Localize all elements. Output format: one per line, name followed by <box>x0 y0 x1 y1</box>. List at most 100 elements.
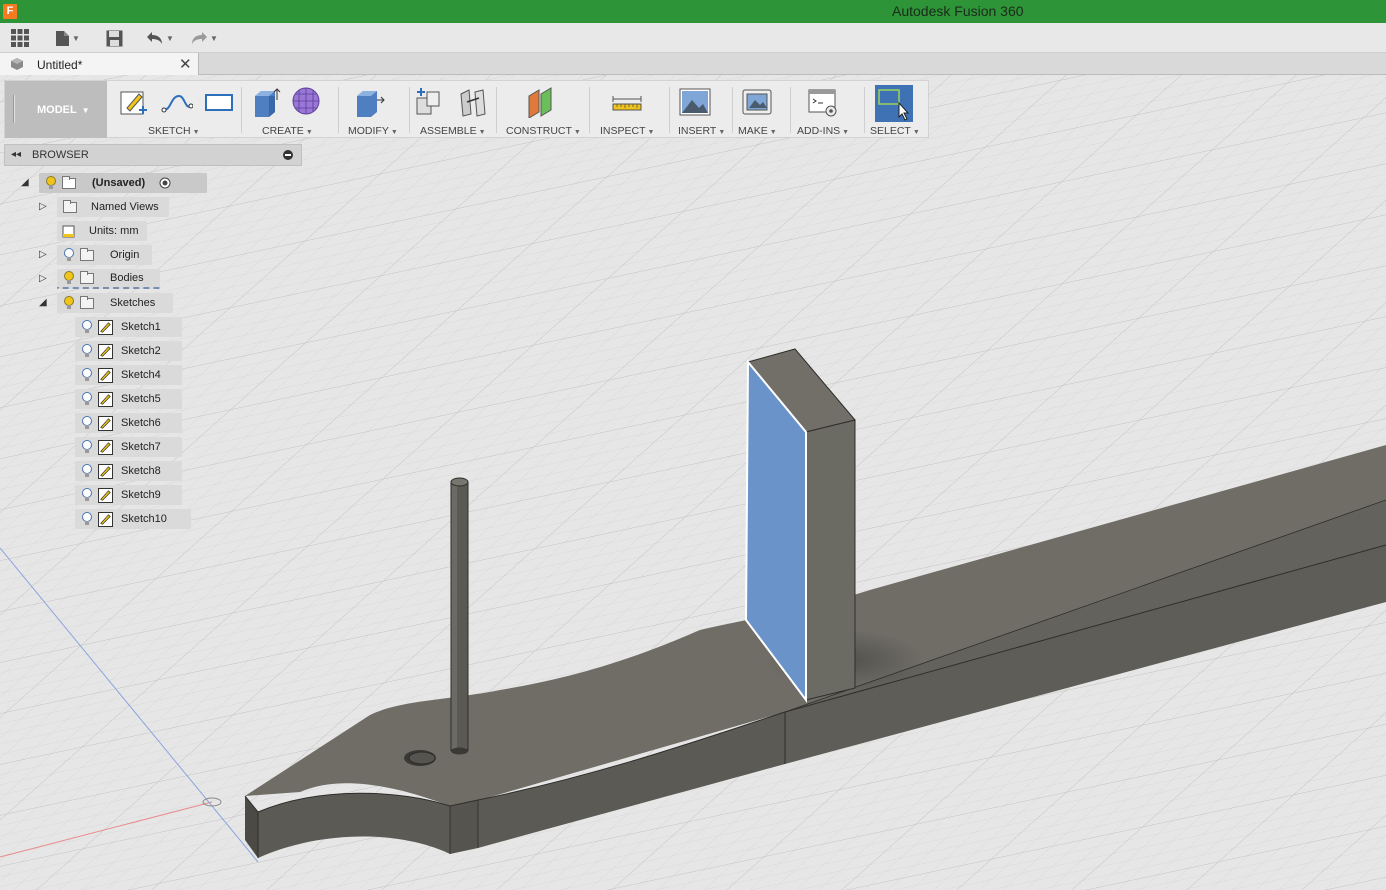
form-icon[interactable] <box>291 86 323 118</box>
select-group: SELECT ▼ <box>867 81 927 138</box>
root-label: (Unsaved) <box>92 177 146 189</box>
chevron-down-icon[interactable]: ▼ <box>718 129 725 136</box>
addins-group-label[interactable]: ADD-INS <box>797 125 840 137</box>
save-button[interactable] <box>106 28 123 48</box>
joint-icon[interactable] <box>457 86 489 118</box>
insert-group: INSERT ▼ <box>673 81 731 138</box>
visibility-bulb-icon[interactable] <box>81 344 93 358</box>
collapse-triangle-icon[interactable]: ◢ <box>39 297 51 309</box>
visibility-bulb-icon[interactable] <box>81 464 93 478</box>
units-label: Units: mm <box>89 225 139 237</box>
close-icon[interactable]: ✕ <box>179 55 192 73</box>
visibility-bulb-icon[interactable] <box>45 176 57 190</box>
data-panel-grid-icon[interactable] <box>11 28 29 48</box>
fusion-app-icon[interactable]: F <box>3 4 17 19</box>
assemble-group-label[interactable]: ASSEMBLE <box>420 125 477 137</box>
offset-plane-icon[interactable] <box>525 86 557 118</box>
sketch-icon <box>98 391 113 407</box>
toolbar-divider <box>409 87 410 133</box>
chevron-down-icon[interactable]: ▼ <box>648 129 655 136</box>
model-canvas[interactable] <box>0 75 1386 890</box>
create-group: CREATE ▼ <box>245 81 333 138</box>
measure-icon[interactable] <box>611 86 643 118</box>
chevron-down-icon: ▼ <box>166 33 174 43</box>
create-group-label[interactable]: CREATE <box>262 125 304 137</box>
chevron-down-icon[interactable]: ▼ <box>913 129 920 136</box>
expand-triangle-icon[interactable]: ▷ <box>39 249 51 261</box>
sketch-icon <box>98 463 113 479</box>
toolbar-divider <box>496 87 497 133</box>
chevron-down-icon[interactable]: ▼ <box>770 129 777 136</box>
sketch-line-icon[interactable] <box>161 86 193 118</box>
make-group-label[interactable]: MAKE <box>738 125 768 137</box>
chevron-down-icon[interactable]: ▼ <box>306 129 313 136</box>
sketch-icon <box>98 343 113 359</box>
extrude-icon[interactable] <box>249 86 281 118</box>
chevron-down-icon[interactable]: ▼ <box>842 129 849 136</box>
toolbar-divider <box>864 87 865 133</box>
named-views-label: Named Views <box>91 201 159 213</box>
workspace-switcher[interactable]: MODEL ▼ <box>5 81 107 138</box>
toolbar-grip[interactable] <box>13 95 15 123</box>
addins-group: ADD-INS ▼ <box>793 81 863 138</box>
chevron-down-icon[interactable]: ▼ <box>193 129 200 136</box>
make-group: MAKE ▼ <box>735 81 789 138</box>
save-icon <box>106 30 123 46</box>
select-icon[interactable] <box>875 85 913 122</box>
sketch-rectangle-icon[interactable] <box>203 86 235 118</box>
chevron-down-icon[interactable]: ▼ <box>574 129 581 136</box>
canvas-viewport[interactable] <box>0 75 1386 890</box>
hole-feature[interactable] <box>404 750 436 766</box>
inspect-group-label[interactable]: INSPECT <box>600 125 646 137</box>
visibility-bulb-icon[interactable] <box>81 488 93 502</box>
sketch-icon <box>98 511 113 527</box>
browser-panel-header: ◂◂ BROWSER <box>4 144 302 166</box>
sketch-icon <box>98 487 113 503</box>
select-group-label[interactable]: SELECT <box>870 125 911 137</box>
sketch-label: Sketch8 <box>121 465 161 477</box>
file-menu-button[interactable]: ▼ <box>55 28 80 48</box>
browser-pin-icon[interactable] <box>283 150 293 160</box>
activate-radio-icon[interactable] <box>159 177 171 189</box>
visibility-bulb-icon[interactable] <box>81 440 93 454</box>
origin-label: Origin <box>110 249 140 261</box>
toolbar-divider <box>589 87 590 133</box>
modify-group-label[interactable]: MODIFY <box>348 125 389 137</box>
folder-icon <box>80 295 94 309</box>
chevron-down-icon[interactable]: ▼ <box>479 129 486 136</box>
expand-triangle-icon[interactable]: ▷ <box>39 201 51 213</box>
visibility-bulb-icon[interactable] <box>63 248 75 262</box>
collapse-triangle-icon[interactable]: ◢ <box>21 177 33 189</box>
visibility-bulb-icon[interactable] <box>63 271 75 285</box>
insert-image-icon[interactable] <box>679 86 711 118</box>
quick-access-bar: ▼ ▼ ▼ <box>0 23 1386 53</box>
create-sketch-icon[interactable] <box>117 86 149 118</box>
undo-button[interactable]: ▼ <box>146 28 174 48</box>
redo-button[interactable]: ▼ <box>190 28 218 48</box>
document-tab[interactable]: Untitled* ✕ <box>0 53 199 75</box>
sketch-label: Sketch9 <box>121 489 161 501</box>
visibility-bulb-icon[interactable] <box>81 512 93 526</box>
title-bar: F Autodesk Fusion 360 <box>0 0 1386 23</box>
sketch-label: Sketch1 <box>121 321 161 333</box>
document-tab-bar: Untitled* ✕ <box>0 53 1386 75</box>
sketch-icon <box>98 367 113 383</box>
chevron-down-icon[interactable]: ▼ <box>391 129 398 136</box>
visibility-bulb-icon[interactable] <box>81 320 93 334</box>
visibility-bulb-icon[interactable] <box>81 368 93 382</box>
expand-triangle-icon[interactable]: ▷ <box>39 273 51 285</box>
insert-group-label[interactable]: INSERT <box>678 125 716 137</box>
sketch-group-label[interactable]: SKETCH <box>148 125 191 137</box>
pin-body[interactable] <box>450 477 469 755</box>
3d-print-icon[interactable] <box>741 86 773 118</box>
chevron-down-icon: ▼ <box>72 33 80 43</box>
collapse-browser-icon[interactable]: ◂◂ <box>11 149 21 160</box>
new-component-icon[interactable] <box>413 86 445 118</box>
scripts-addins-icon[interactable] <box>807 86 839 118</box>
folder-icon <box>80 270 94 284</box>
press-pull-icon[interactable] <box>353 86 385 118</box>
visibility-bulb-icon[interactable] <box>81 392 93 406</box>
visibility-bulb-icon[interactable] <box>63 296 75 310</box>
construct-group-label[interactable]: CONSTRUCT <box>506 125 572 137</box>
visibility-bulb-icon[interactable] <box>81 416 93 430</box>
